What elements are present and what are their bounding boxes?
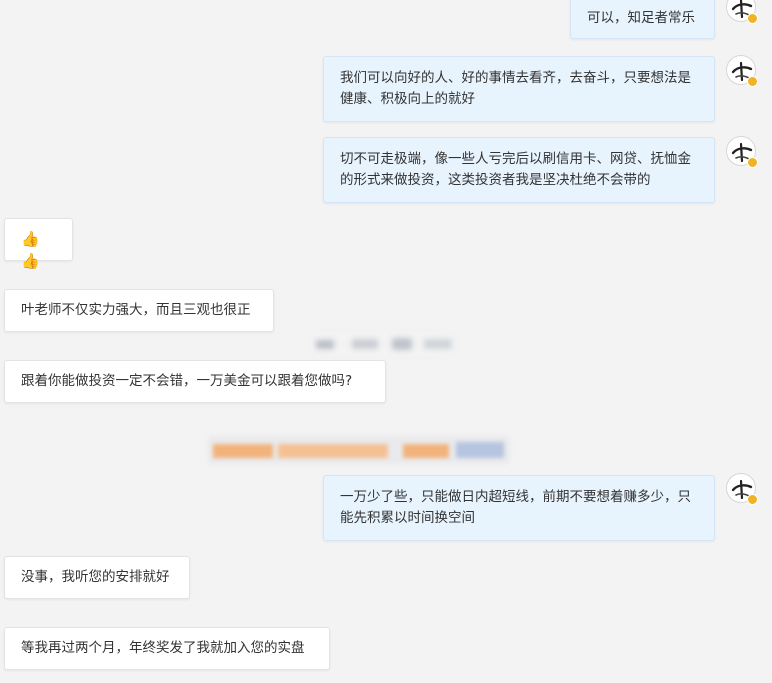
message-incoming: 叶老师不仅实力强大，而且三观也很正 [4,289,274,332]
message-text: 跟着你能做投资一定不会错，一万美金可以跟着您做吗? [21,373,353,389]
sender-avatar[interactable] [726,0,758,24]
message-outgoing: 可以，知足者常乐 [570,0,715,39]
verified-badge-icon [747,494,758,505]
message-text: 👍👍 [21,230,40,270]
sender-avatar[interactable] [726,55,758,87]
message-text: 一万少了些，只能做日内超短线，前期不要想着赚多少，只能先积累以时间换空间 [340,489,691,526]
message-text: 可以，知足者常乐 [587,10,695,26]
message-incoming: 没事，我听您的安排就好 [4,556,190,599]
verified-badge-icon [747,13,758,24]
sender-avatar[interactable] [726,473,758,505]
message-incoming: 👍👍 [4,218,73,270]
message-outgoing: 一万少了些，只能做日内超短线，前期不要想着赚多少，只能先积累以时间换空间 [323,475,715,541]
redacted-content [208,436,510,464]
message-outgoing: 我们可以向好的人、好的事情去看齐，去奋斗，只要想法是健康、积极向上的就好 [323,56,715,122]
message-incoming: 跟着你能做投资一定不会错，一万美金可以跟着您做吗? [4,360,386,403]
chat-history: 可以，知足者常乐 我们可以向好的人、好的事情去看齐，去奋斗，只要想法是健康、积极… [0,0,772,683]
verified-badge-icon [747,76,758,87]
message-text: 我们可以向好的人、好的事情去看齐，去奋斗，只要想法是健康、积极向上的就好 [340,70,691,107]
message-text: 等我再过两个月，年终奖发了我就加入您的实盘 [21,640,305,656]
message-text: 切不可走极端，像一些人亏完后以刷信用卡、网贷、抚恤金的形式来做投资，这类投资者我… [340,151,691,188]
redacted-content [312,334,456,354]
sender-avatar[interactable] [726,136,758,168]
message-text: 叶老师不仅实力强大，而且三观也很正 [21,302,251,318]
verified-badge-icon [747,157,758,168]
message-outgoing: 切不可走极端，像一些人亏完后以刷信用卡、网贷、抚恤金的形式来做投资，这类投资者我… [323,137,715,203]
message-incoming: 等我再过两个月，年终奖发了我就加入您的实盘 [4,627,330,670]
message-text: 没事，我听您的安排就好 [21,569,170,585]
